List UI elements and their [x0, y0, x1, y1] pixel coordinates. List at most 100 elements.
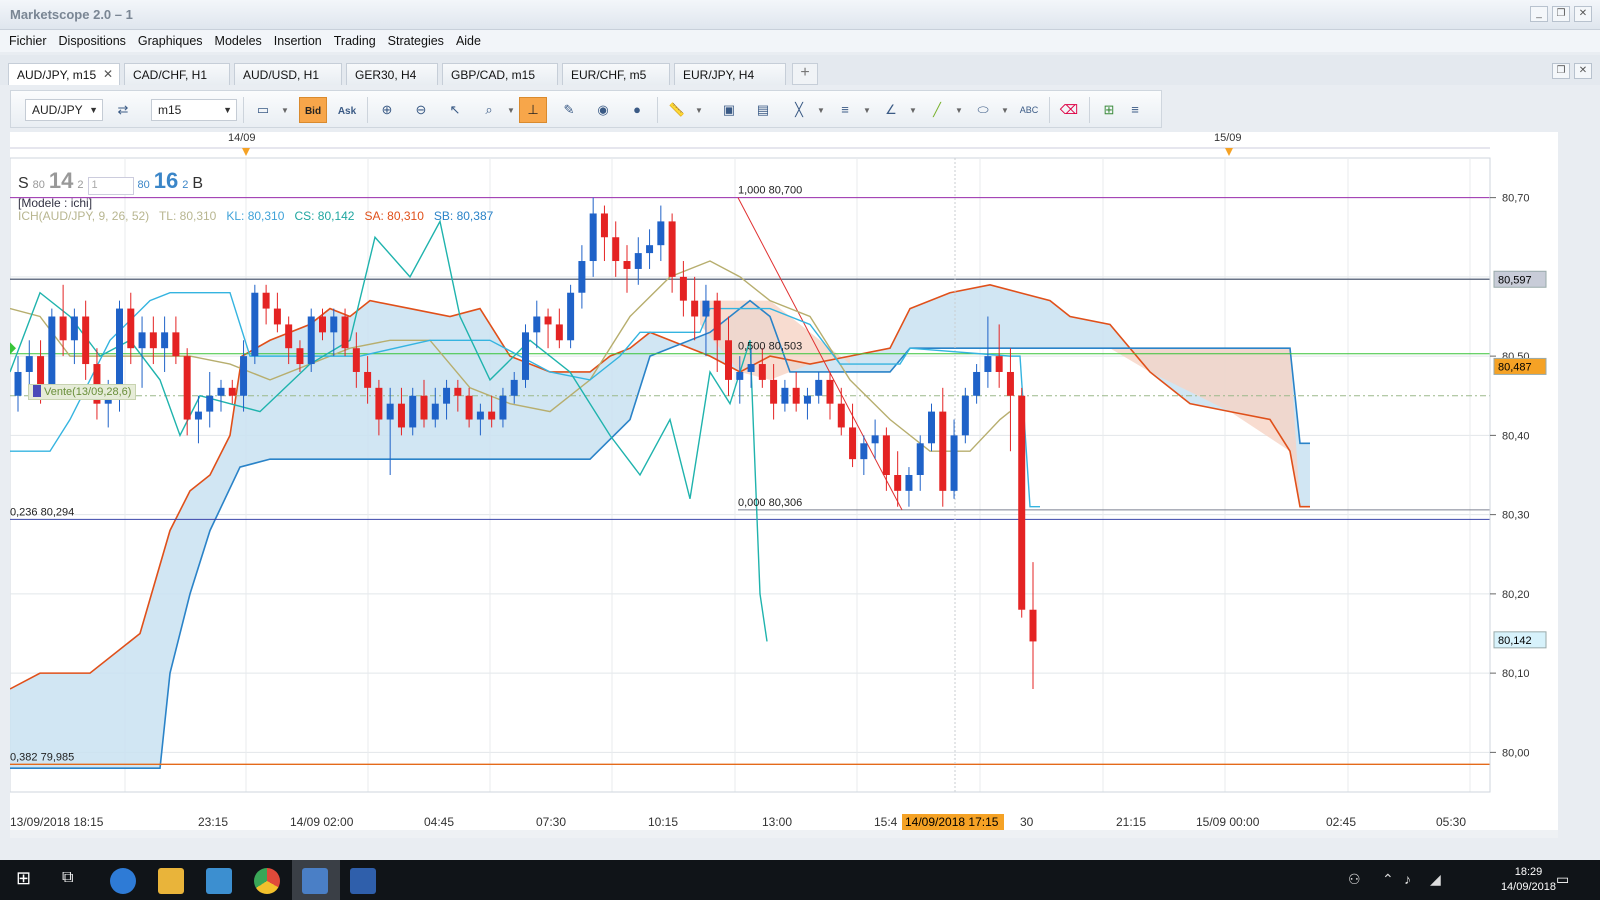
window-icon[interactable]: ▤ — [749, 97, 777, 123]
chevron-down-icon[interactable]: ▼ — [695, 106, 703, 115]
zoom-rect-icon[interactable]: ⌕ — [475, 97, 503, 123]
buy-button[interactable]: B — [192, 175, 203, 193]
menu-strategies[interactable]: Strategies — [382, 31, 450, 51]
app-icon-1[interactable] — [110, 868, 136, 894]
tab-gbp-cad-m15[interactable]: GBP/CAD, m15 — [442, 63, 558, 85]
close-tab-icon[interactable]: ✕ — [103, 67, 113, 81]
eraser-icon[interactable]: ⌫ — [1055, 97, 1083, 123]
fib-label: 0,000 80,306 — [738, 497, 802, 509]
chevron-down-icon[interactable]: ▼ — [817, 106, 825, 115]
quantity-input[interactable]: 1 — [87, 177, 134, 195]
price-tick-label: 80,70 — [1502, 193, 1530, 205]
candle-body — [792, 387, 800, 404]
symbol-select[interactable]: AUD/JPY ▼ — [25, 99, 103, 121]
horizontal-scrollbar — [10, 830, 1558, 838]
notifications-icon[interactable]: ▭ — [1556, 871, 1569, 888]
task-view-icon[interactable]: ⧉ — [62, 869, 73, 887]
menu-fichier[interactable]: Fichier — [3, 31, 53, 51]
crosshair-icon[interactable]: ⊥ — [519, 97, 547, 123]
close-button[interactable]: ✕ — [1574, 6, 1592, 22]
file-explorer-icon[interactable] — [158, 868, 184, 894]
instrument-icon[interactable]: ⇄ — [109, 97, 137, 123]
chevron-down-icon[interactable]: ▼ — [863, 106, 871, 115]
tab-label: CAD/CHF, H1 — [133, 68, 208, 82]
chart-restore-button[interactable]: ❐ — [1552, 63, 1570, 79]
ellipse-icon[interactable]: ⬭ — [969, 97, 997, 123]
timeframe-select[interactable]: m15 ▼ — [151, 99, 237, 121]
windows-start-icon[interactable]: ⊞ — [16, 868, 31, 889]
chart-close-button[interactable]: ✕ — [1574, 63, 1592, 79]
people-icon[interactable]: ⚇ — [1348, 871, 1361, 888]
toolbar-more-icon[interactable]: ≡ — [1127, 97, 1143, 123]
globe-icon[interactable]: ● — [623, 97, 651, 123]
chart-area[interactable]: 1,000 80,700 0,500 80,503 0,000 80,306 0,23… — [10, 132, 1558, 838]
menu-dispositions[interactable]: Dispositions — [53, 31, 132, 51]
fan-icon[interactable]: ∠ — [877, 97, 905, 123]
chrome-icon[interactable] — [254, 868, 280, 894]
tab-cad-chf-h1[interactable]: CAD/CHF, H1 — [124, 63, 230, 85]
chevron-up-icon[interactable]: ⌃ — [1382, 871, 1394, 888]
properties-icon[interactable]: ✎ — [555, 97, 583, 123]
chevron-down-icon[interactable]: ▼ — [1001, 106, 1009, 115]
time-tick-label: 02:45 — [1326, 815, 1356, 829]
candle-body — [634, 253, 642, 269]
ask-button[interactable]: Ask — [333, 97, 361, 123]
restore-button[interactable]: ❐ — [1552, 6, 1570, 22]
fib-label: 0,500 80,503 — [738, 341, 802, 353]
volume-icon[interactable]: ♪ — [1404, 871, 1411, 887]
menu-aide[interactable]: Aide — [450, 31, 487, 51]
candle-body — [612, 237, 620, 262]
tab-bar: AUD/JPY, m15 ✕ CAD/CHF, H1 AUD/USD, H1 G… — [0, 55, 1600, 85]
cursor-time-label: 14/09/2018 17:15 — [905, 815, 999, 829]
chevron-down-icon[interactable]: ▼ — [507, 106, 515, 115]
chevron-down-icon[interactable]: ▼ — [281, 106, 289, 115]
cursor-icon[interactable]: ↖ — [441, 97, 469, 123]
trendline-icon[interactable]: ╱ — [923, 97, 951, 123]
hierarchy-icon[interactable]: ⊞ — [1095, 97, 1123, 123]
sb-value: SB: 80,387 — [433, 209, 494, 223]
tab-aud-jpy-m15[interactable]: AUD/JPY, m15 ✕ — [8, 63, 120, 85]
word-icon[interactable] — [350, 868, 376, 894]
tab-ger30-h4[interactable]: GER30, H4 — [346, 63, 438, 85]
buy-price-prefix: 80 — [137, 179, 150, 191]
candle-body — [758, 364, 766, 380]
candle-body — [871, 435, 879, 444]
candle-body — [307, 316, 315, 365]
candle-body — [578, 261, 586, 293]
trend-tools-icon[interactable]: ╳ — [785, 97, 813, 123]
buy-price[interactable]: 16 — [154, 168, 178, 194]
candle-body — [285, 324, 293, 349]
price-chart[interactable]: 1,000 80,700 0,500 80,503 0,000 80,306 0,23… — [10, 132, 1558, 838]
clock[interactable]: 18:29 14/09/2018 — [1501, 865, 1556, 895]
menu-modeles[interactable]: Modeles — [209, 31, 268, 51]
bid-button[interactable]: Bid — [299, 97, 327, 123]
taskbar: ⊞ ⧉ ⚇ ⌃ ♪ ◢ 18:29 14/09/2018 ▭ — [0, 860, 1600, 900]
sell-price[interactable]: 14 — [49, 168, 73, 194]
menu-graphiques[interactable]: Graphiques — [132, 31, 209, 51]
chevron-down-icon[interactable]: ▼ — [909, 106, 917, 115]
app-icon-3[interactable] — [206, 868, 232, 894]
menu-insertion[interactable]: Insertion — [268, 31, 328, 51]
image-icon[interactable]: ▣ — [715, 97, 743, 123]
candle-body — [939, 411, 947, 491]
eye-icon[interactable]: ◉ — [589, 97, 617, 123]
add-tab-button[interactable]: + — [792, 63, 818, 85]
lines-icon[interactable]: ≡ — [831, 97, 859, 123]
candle-body — [961, 395, 969, 436]
candle-body — [25, 356, 33, 372]
order-label[interactable]: Vente(13/09,28,6) — [28, 384, 137, 400]
network-icon[interactable]: ◢ — [1430, 871, 1441, 888]
tab-aud-usd-h1[interactable]: AUD/USD, H1 — [234, 63, 342, 85]
ruler-icon[interactable]: 📏 — [663, 97, 691, 123]
minimize-button[interactable]: _ — [1530, 6, 1548, 22]
zoom-in-icon[interactable]: ⊕ — [373, 97, 401, 123]
zoom-out-icon[interactable]: ⊖ — [407, 97, 435, 123]
menu-trading[interactable]: Trading — [328, 31, 382, 51]
text-tool-icon[interactable]: ABC — [1015, 97, 1043, 123]
tab-eur-jpy-h4[interactable]: EUR/JPY, H4 — [674, 63, 786, 85]
sell-button[interactable]: S — [18, 175, 29, 193]
chevron-down-icon[interactable]: ▼ — [955, 106, 963, 115]
marketscope-icon[interactable] — [302, 868, 328, 894]
chart-type-icon[interactable]: ▭ — [249, 97, 277, 123]
tab-eur-chf-m5[interactable]: EUR/CHF, m5 — [562, 63, 670, 85]
